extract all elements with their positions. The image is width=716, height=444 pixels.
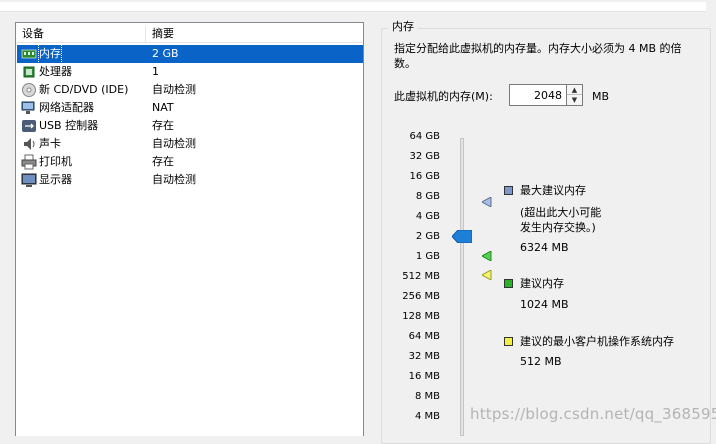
scale-label: 64 MB — [408, 331, 440, 342]
scale-label: 4 GB — [415, 211, 440, 222]
scale-label: 128 MB — [402, 311, 440, 322]
device-summary: 存在 — [152, 119, 174, 132]
min-legend-swatch — [504, 337, 513, 346]
usb-controller-icon — [22, 120, 36, 132]
device-summary: 存在 — [152, 155, 174, 168]
spin-down-icon[interactable]: ▼ — [567, 95, 582, 105]
cd-dvd-icon — [22, 83, 36, 97]
device-summary: 自动检测 — [152, 137, 196, 150]
memory-icon — [21, 49, 37, 59]
device-row-usb-controller[interactable]: USB 控制器 存在 — [17, 117, 363, 135]
scale-label: 16 GB — [409, 171, 440, 182]
device-list[interactable]: 设备 摘要 内存 2 GB 处理器 1 新 CD/DVD (IDE) 自动检测 — [15, 22, 364, 436]
scale-label: 32 MB — [408, 351, 440, 362]
scale-label: 64 GB — [409, 131, 440, 142]
min-legend-title: 建议的最小客户机操作系统内存 — [520, 335, 674, 348]
device-summary: NAT — [152, 101, 174, 114]
spin-up-icon[interactable]: ▲ — [567, 85, 582, 95]
device-row-printer[interactable]: 打印机 存在 — [17, 153, 363, 171]
max-legend-swatch — [504, 186, 513, 195]
watermark: https://blog.csdn.net/qq_36859535 — [470, 405, 716, 423]
header-device[interactable]: 设备 — [16, 26, 146, 42]
device-summary: 1 — [152, 65, 159, 78]
sound-card-icon — [24, 138, 35, 150]
rec-legend-value: 1024 MB — [520, 298, 569, 311]
device-name: 声卡 — [39, 137, 61, 150]
memory-spinner[interactable]: ▲ ▼ — [567, 84, 583, 106]
recommended-marker-icon — [482, 251, 492, 261]
device-name: 处理器 — [39, 65, 72, 78]
top-strip — [0, 0, 716, 14]
memory-input[interactable] — [509, 84, 567, 106]
device-name: 网络适配器 — [39, 101, 94, 114]
network-adapter-icon — [21, 101, 35, 114]
device-list-header: 设备 摘要 — [16, 23, 363, 43]
display-icon — [21, 173, 37, 187]
device-row-cd-dvd[interactable]: 新 CD/DVD (IDE) 自动检测 — [17, 81, 363, 99]
printer-icon — [21, 154, 37, 170]
header-summary[interactable]: 摘要 — [146, 26, 364, 42]
scale-label: 8 GB — [415, 191, 440, 202]
device-summary: 自动检测 — [152, 173, 196, 186]
device-row-sound-card[interactable]: 声卡 自动检测 — [17, 135, 363, 153]
min-legend-value: 512 MB — [520, 355, 562, 368]
memory-slider-thumb[interactable] — [452, 230, 472, 243]
max-recommended-marker-icon — [482, 197, 492, 207]
device-row-display[interactable]: 显示器 自动检测 — [17, 171, 363, 189]
max-legend-note-2: 发生内存交换。) — [520, 221, 596, 234]
device-summary: 自动检测 — [152, 83, 196, 96]
memory-description: 指定分配给此虚拟机的内存量。内存大小必须为 4 MB 的倍数。 — [394, 42, 682, 70]
rec-legend-swatch — [504, 279, 513, 288]
memory-input-label: 此虚拟机的内存(M): — [394, 90, 493, 103]
max-legend-title: 最大建议内存 — [520, 184, 586, 197]
scale-label: 4 MB — [414, 411, 440, 422]
device-name: USB 控制器 — [39, 119, 99, 132]
scale-label: 1 GB — [415, 251, 440, 262]
memory-slider-track[interactable] — [460, 138, 464, 436]
max-legend-note-1: (超出此大小可能 — [520, 206, 602, 219]
device-name: 显示器 — [39, 173, 72, 186]
device-summary: 2 GB — [152, 47, 179, 60]
min-recommended-marker-icon — [482, 270, 492, 280]
device-name: 内存 — [38, 44, 62, 64]
max-legend-value: 6324 MB — [520, 241, 569, 254]
memory-group-title: 内存 — [388, 20, 418, 34]
device-name: 新 CD/DVD (IDE) — [39, 83, 129, 96]
device-row-memory[interactable]: 内存 2 GB — [17, 44, 363, 64]
scale-label: 256 MB — [402, 291, 440, 302]
device-name: 打印机 — [39, 155, 72, 168]
memory-unit: MB — [592, 90, 610, 103]
device-row-network-adapter[interactable]: 网络适配器 NAT — [17, 99, 363, 117]
scale-label: 2 GB — [415, 231, 440, 242]
scale-label: 16 MB — [408, 371, 440, 382]
device-row-processor[interactable]: 处理器 1 — [17, 63, 363, 81]
processor-icon — [23, 66, 35, 78]
scale-label: 512 MB — [402, 271, 440, 282]
scale-label: 8 MB — [414, 391, 440, 402]
scale-label: 32 GB — [409, 151, 440, 162]
rec-legend-title: 建议内存 — [520, 277, 564, 290]
